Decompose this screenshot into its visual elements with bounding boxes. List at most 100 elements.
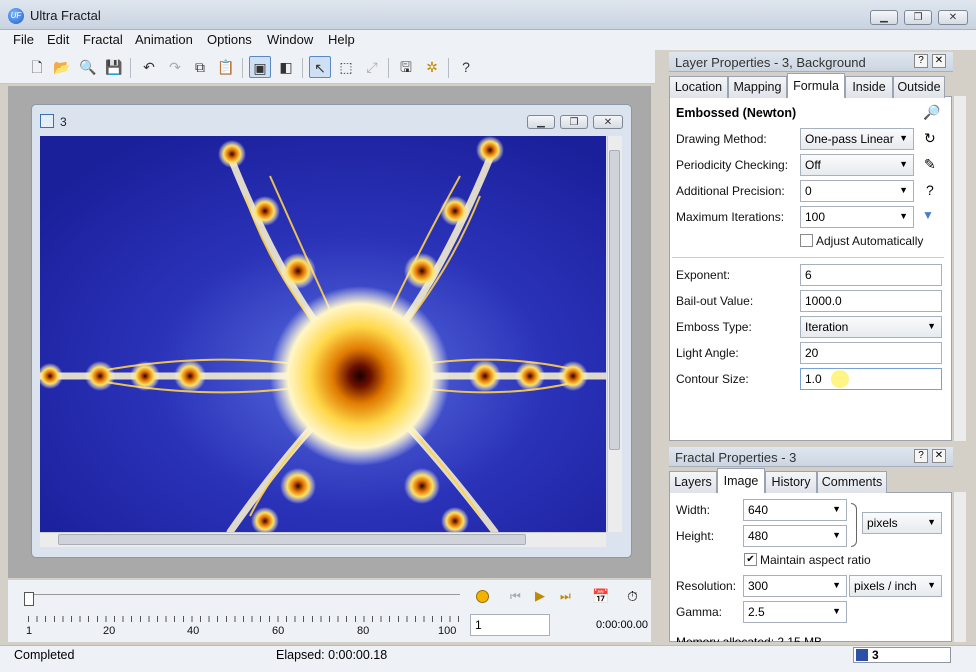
exponent-input[interactable]: 6 bbox=[800, 264, 942, 286]
open-folder-icon[interactable]: 📂 bbox=[51, 56, 73, 78]
menu-animation[interactable]: Animation bbox=[135, 32, 193, 47]
fractal-properties-title: Fractal Properties - 3 bbox=[675, 450, 797, 465]
layer-panel-scrollbar[interactable] bbox=[953, 96, 966, 441]
cursor-highlight bbox=[831, 370, 849, 388]
new-file-icon[interactable]: 🗋 bbox=[26, 56, 48, 78]
horizontal-scroll-thumb[interactable] bbox=[58, 534, 526, 545]
max-iterations-input[interactable]: 100 ▼ bbox=[800, 206, 914, 228]
panel-close-button[interactable]: ✕ bbox=[932, 54, 946, 68]
layer-icon bbox=[856, 649, 868, 661]
select-tool-icon[interactable]: ⬚ bbox=[335, 56, 357, 78]
resolution-input[interactable]: 300 ▼ bbox=[743, 575, 847, 597]
width-input[interactable]: 640 ▼ bbox=[743, 499, 847, 521]
drawing-method-label: Drawing Method: bbox=[676, 132, 767, 146]
browse-icon[interactable]: 🔍 bbox=[77, 56, 99, 78]
tab-formula[interactable]: Formula bbox=[787, 73, 845, 98]
rotate-tool-icon[interactable]: ⤢ bbox=[361, 56, 383, 78]
panel-help-button[interactable]: ? bbox=[914, 54, 928, 68]
minimize-button[interactable]: ▁ bbox=[870, 10, 898, 25]
emboss-type-label: Emboss Type: bbox=[676, 320, 752, 334]
tab-mapping[interactable]: Mapping bbox=[728, 76, 787, 98]
units-select[interactable]: pixels ▼ bbox=[862, 512, 942, 534]
height-label: Height: bbox=[676, 529, 715, 543]
tab-inside[interactable]: Inside bbox=[845, 76, 893, 98]
tick-label: 100 bbox=[438, 625, 457, 637]
maintain-aspect-checkbox[interactable]: ✔ bbox=[744, 553, 757, 566]
close-button[interactable]: ✕ bbox=[938, 10, 968, 25]
render-to-disk-icon[interactable]: 🖫 bbox=[395, 56, 417, 78]
tab-location[interactable]: Location bbox=[669, 76, 728, 98]
save-icon[interactable]: 💾 bbox=[103, 56, 125, 78]
tab-comments[interactable]: Comments bbox=[817, 471, 887, 493]
edit-icon[interactable]: ✎ bbox=[924, 156, 936, 173]
formula-browse-icon[interactable]: 🔎 bbox=[923, 104, 940, 121]
gear-icon[interactable]: ✲ bbox=[421, 56, 443, 78]
gamma-input[interactable]: 2.5 ▼ bbox=[743, 601, 847, 623]
elapsed-time: Elapsed: 0:00:00.18 bbox=[276, 648, 388, 662]
fractal-image[interactable] bbox=[40, 136, 606, 532]
expand-icon[interactable]: ▼ bbox=[922, 208, 934, 222]
contour-size-input[interactable]: 1.0 bbox=[800, 368, 942, 390]
timeline-slider-handle[interactable] bbox=[24, 592, 34, 606]
adjust-auto-checkbox[interactable] bbox=[800, 234, 813, 247]
menu-help[interactable]: Help bbox=[328, 32, 355, 47]
window-view-icon[interactable]: ▣ bbox=[249, 56, 271, 78]
toolbar-separator bbox=[130, 58, 131, 78]
height-input[interactable]: 480 ▼ bbox=[743, 525, 847, 547]
menu-options[interactable]: Options bbox=[207, 32, 252, 47]
formula-name: Embossed (Newton) bbox=[676, 106, 797, 120]
tab-layers[interactable]: Layers bbox=[669, 471, 717, 493]
forward-end-icon[interactable]: ⏭ bbox=[560, 589, 571, 604]
panel-close-button[interactable]: ✕ bbox=[932, 449, 946, 463]
status-bar bbox=[0, 645, 976, 672]
app-icon: UF bbox=[8, 8, 24, 24]
menu-edit[interactable]: Edit bbox=[47, 32, 69, 47]
restore-button[interactable]: ❐ bbox=[904, 10, 932, 25]
rewind-icon[interactable]: ⏮ bbox=[510, 589, 521, 604]
refresh-icon[interactable]: ↻ bbox=[924, 130, 936, 147]
fractal-panel-scrollbar[interactable] bbox=[953, 492, 966, 642]
menu-window[interactable]: Window bbox=[267, 32, 313, 47]
layer-properties-title: Layer Properties - 3, Background bbox=[675, 55, 866, 70]
emboss-type-select[interactable]: Iteration ▼ bbox=[800, 316, 942, 338]
panel-help-button[interactable]: ? bbox=[914, 449, 928, 463]
vertical-scroll-thumb[interactable] bbox=[609, 150, 620, 450]
keyframe-icon[interactable]: ⏱ bbox=[627, 588, 638, 605]
help-icon[interactable]: ? bbox=[926, 182, 934, 198]
calendar-icon[interactable]: 📅 bbox=[592, 588, 609, 605]
bailout-input[interactable]: 1000.0 bbox=[800, 290, 942, 312]
tab-history[interactable]: History bbox=[765, 471, 817, 493]
timeline-track[interactable] bbox=[28, 594, 460, 595]
bailout-label: Bail-out Value: bbox=[676, 294, 754, 308]
redo-icon[interactable]: ↷ bbox=[164, 56, 186, 78]
additional-precision-label: Additional Precision: bbox=[676, 184, 785, 198]
menu-fractal[interactable]: Fractal bbox=[83, 32, 123, 47]
periodicity-select[interactable]: Off ▼ bbox=[800, 154, 914, 176]
max-iterations-label: Maximum Iterations: bbox=[676, 210, 785, 224]
frame-input[interactable]: 1 bbox=[470, 614, 550, 636]
split-view-icon[interactable]: ◧ bbox=[275, 56, 297, 78]
document-icon bbox=[40, 114, 54, 128]
pointer-tool-icon[interactable]: ↖ bbox=[309, 56, 331, 78]
paste-icon[interactable]: 📋 bbox=[215, 56, 237, 78]
tab-outside[interactable]: Outside bbox=[893, 76, 945, 98]
exponent-label: Exponent: bbox=[676, 268, 731, 282]
child-restore-button[interactable]: ❐ bbox=[560, 115, 588, 129]
copy-icon[interactable]: ⧉ bbox=[189, 56, 211, 78]
tab-image[interactable]: Image bbox=[717, 468, 765, 493]
gamma-label: Gamma: bbox=[676, 605, 723, 619]
help-icon[interactable]: ? bbox=[455, 56, 477, 78]
resolution-units-select[interactable]: pixels / inch ▼ bbox=[849, 575, 942, 597]
child-close-button[interactable]: ✕ bbox=[593, 115, 623, 129]
record-icon[interactable] bbox=[476, 590, 489, 603]
menu-file[interactable]: File bbox=[13, 32, 34, 47]
toolbar-separator bbox=[302, 58, 303, 78]
tick-label: 60 bbox=[272, 625, 285, 637]
fractal-properties-header: Fractal Properties - 3 bbox=[669, 447, 953, 467]
play-icon[interactable]: ▶ bbox=[535, 588, 545, 604]
undo-icon[interactable]: ↶ bbox=[138, 56, 160, 78]
additional-precision-input[interactable]: 0 ▼ bbox=[800, 180, 914, 202]
child-minimize-button[interactable]: ▁ bbox=[527, 115, 555, 129]
drawing-method-select[interactable]: One-pass Linear ▼ bbox=[800, 128, 914, 150]
light-angle-input[interactable]: 20 bbox=[800, 342, 942, 364]
